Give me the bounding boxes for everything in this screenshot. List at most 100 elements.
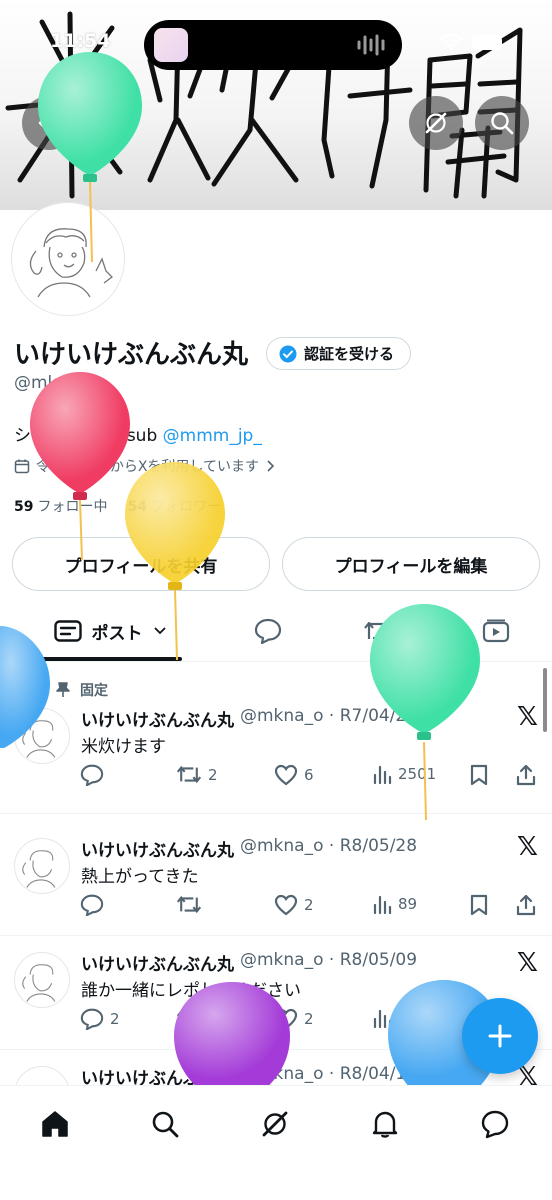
grok-button[interactable] <box>409 96 463 150</box>
bio-text: シェリフ OTP sub <box>14 426 163 446</box>
tab-posts[interactable]: ポスト <box>40 600 180 662</box>
repost-button[interactable] <box>176 894 208 915</box>
nav-grok[interactable] <box>255 1104 295 1144</box>
like-count: 2 <box>304 896 314 914</box>
views-button[interactable]: 2501 <box>372 764 436 784</box>
views-button[interactable]: 325 <box>372 1008 427 1028</box>
repost-button[interactable]: 2 <box>176 764 218 785</box>
post-author-name[interactable]: いけいけぶんぶん丸 <box>81 950 234 975</box>
repost-count: 2 <box>208 765 218 784</box>
nav-notifications[interactable] <box>365 1104 405 1144</box>
like-icon <box>274 764 298 786</box>
post-meta: @mkna_o · R8/05/09 <box>240 950 418 970</box>
following-link[interactable]: 59 フォロー中 <box>14 496 107 516</box>
followers-count: 54 <box>127 499 147 515</box>
reply-button[interactable] <box>80 764 110 786</box>
tab-replies[interactable] <box>240 600 296 662</box>
like-icon <box>274 1008 298 1030</box>
post-text: 米炊けます <box>81 737 166 757</box>
followers-label: フォロワー <box>150 499 221 515</box>
grok-icon <box>425 112 447 134</box>
post-header: いけいけぶんぶん丸 @mkna_o · R8/05/28 <box>81 836 417 861</box>
joined-date-text: 令和6年7月からXを利用しています <box>36 459 259 475</box>
back-button[interactable] <box>22 96 76 150</box>
repost-icon <box>176 765 202 784</box>
avatar-drawing <box>22 720 56 758</box>
nav-home[interactable] <box>35 1104 75 1144</box>
followers-link[interactable]: 54 フォロワー <box>127 496 220 516</box>
post-avatar[interactable] <box>14 952 70 1008</box>
like-button[interactable]: 2 <box>274 1008 314 1030</box>
wifi-icon <box>440 34 462 50</box>
calendar-icon <box>14 459 30 474</box>
share-icon <box>516 894 536 916</box>
status-indicators <box>440 34 502 50</box>
views-count: 2501 <box>398 765 437 783</box>
post-header: いけいけぶんぶん丸 @mkna_o · R7/04/26 <box>81 706 417 731</box>
user-handle: @mkna_o <box>14 373 98 393</box>
repost-icon <box>176 1009 202 1028</box>
nav-search[interactable] <box>145 1104 185 1144</box>
edit-profile-button[interactable]: プロフィールを編集 <box>282 537 540 591</box>
tab-videos[interactable] <box>468 600 524 662</box>
like-button[interactable]: 2 <box>274 894 314 916</box>
share-button[interactable] <box>516 894 536 916</box>
repost-button[interactable] <box>176 1008 208 1029</box>
message-icon <box>481 1110 509 1139</box>
post-item[interactable]: いけいけぶんぶん丸 @mkna_o · R8/05/28 𝕏 熱上がってきた 2… <box>0 814 552 936</box>
post-avatar[interactable] <box>14 708 70 764</box>
tab-reposts[interactable] <box>350 600 406 662</box>
compose-post-button[interactable] <box>462 998 538 1074</box>
bookmark-icon <box>470 894 488 916</box>
posts-tab-icon <box>53 620 82 642</box>
x-logo-icon: 𝕏 <box>517 702 538 732</box>
repost-icon <box>364 621 392 641</box>
post-author-name[interactable]: いけいけぶんぶん丸 <box>81 706 234 731</box>
like-count: 6 <box>304 766 314 784</box>
views-icon <box>373 1009 392 1028</box>
views-icon <box>373 765 392 784</box>
search-button[interactable] <box>475 96 529 150</box>
avatar-drawing <box>22 850 56 888</box>
active-tab-indicator <box>30 657 182 661</box>
battery-icon <box>472 34 502 50</box>
x-logo-icon: 𝕏 <box>517 948 538 978</box>
profile-avatar[interactable] <box>12 203 124 315</box>
get-verified-button[interactable]: 認証を受ける <box>266 337 412 370</box>
scrollbar[interactable] <box>543 668 547 732</box>
like-count: 2 <box>304 1010 314 1028</box>
post-avatar[interactable] <box>14 838 70 894</box>
follow-stats: 59 フォロー中 54 フォロワー <box>14 496 221 516</box>
bookmark-button[interactable] <box>470 764 488 786</box>
reply-button[interactable]: 2 <box>80 1008 120 1030</box>
bookmark-button[interactable] <box>470 894 488 916</box>
post-item[interactable]: いけいけぶんぶん丸 @mkna_o · R7/04/26 𝕏 米炊けます 2 6… <box>0 662 552 814</box>
profile-tabs: ポスト <box>0 600 552 662</box>
avatar-drawing <box>29 228 113 298</box>
like-button[interactable]: 6 <box>274 764 314 786</box>
share-profile-button[interactable]: プロフィールを共有 <box>12 537 270 591</box>
get-verified-label: 認証を受ける <box>304 345 395 363</box>
bookmark-icon <box>470 764 488 786</box>
bio-mention-link[interactable]: @mmm_jp_ <box>163 426 262 446</box>
chevron-right-icon <box>267 460 275 472</box>
views-count: 89 <box>398 895 418 913</box>
bell-icon <box>372 1111 398 1138</box>
audio-wave-icon <box>357 34 385 56</box>
search-icon <box>152 1111 179 1138</box>
avatar-drawing <box>22 964 56 1002</box>
views-button[interactable]: 89 <box>372 894 417 914</box>
dynamic-island <box>144 20 402 70</box>
post-author-name[interactable]: いけいけぶんぶん丸 <box>81 836 234 861</box>
search-icon <box>491 112 514 135</box>
following-label: フォロー中 <box>37 499 108 515</box>
joined-date-row[interactable]: 令和6年7月からXを利用しています <box>14 456 275 476</box>
plus-icon <box>488 1024 512 1048</box>
like-icon <box>274 894 298 916</box>
tab-posts-label: ポスト <box>91 623 143 644</box>
share-button[interactable] <box>516 764 536 786</box>
nav-messages[interactable] <box>475 1104 515 1144</box>
following-count: 59 <box>14 499 34 515</box>
reply-button[interactable] <box>80 894 110 916</box>
x-logo-icon: 𝕏 <box>517 832 538 862</box>
